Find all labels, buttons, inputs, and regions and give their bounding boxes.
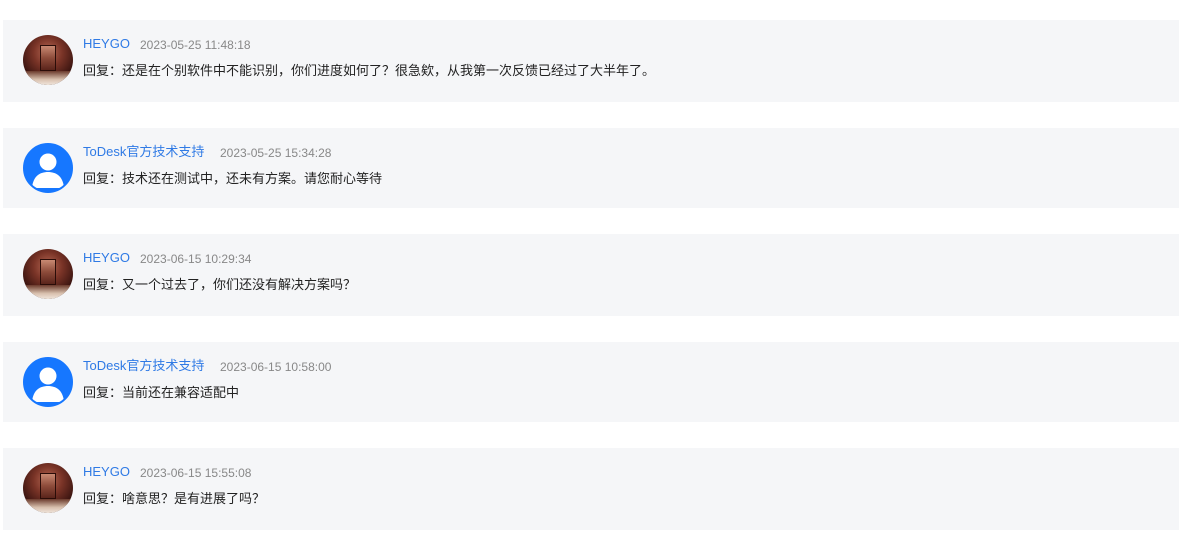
avatar-photo-detail bbox=[40, 259, 56, 285]
reply-text: 回复：啥意思？是有进展了吗？ bbox=[83, 491, 266, 506]
reply-text: 回复：当前还在兼容适配中 bbox=[83, 385, 240, 400]
user-avatar[interactable] bbox=[23, 463, 73, 513]
default-user-icon[interactable] bbox=[23, 357, 73, 407]
avatar-photo-floor bbox=[23, 499, 73, 513]
reply-item: ToDesk官方技术支持 2023-05-25 15:34:28 回复：技术还在… bbox=[3, 128, 1179, 208]
avatar-photo-detail bbox=[40, 45, 56, 71]
person-silhouette-icon bbox=[32, 153, 64, 188]
reply-item: ToDesk官方技术支持 2023-06-15 10:58:00 回复：当前还在… bbox=[3, 342, 1179, 422]
reply-timestamp: 2023-06-15 10:58:00 bbox=[220, 360, 332, 374]
avatar-photo-detail bbox=[40, 473, 56, 499]
author-name[interactable]: ToDesk官方技术支持 bbox=[83, 358, 204, 374]
reply-item: HEYGO 2023-06-15 15:55:08 回复：啥意思？是有进展了吗？ bbox=[3, 448, 1179, 530]
default-user-icon[interactable] bbox=[23, 143, 73, 193]
reply-text: 回复：又一个过去了，你们还没有解决方案吗？ bbox=[83, 277, 357, 292]
author-name[interactable]: HEYGO bbox=[83, 36, 130, 52]
reply-list: HEYGO 2023-05-25 11:48:18 回复：还是在个别软件中不能识… bbox=[3, 20, 1179, 556]
author-name[interactable]: ToDesk官方技术支持 bbox=[83, 144, 204, 160]
user-avatar[interactable] bbox=[23, 249, 73, 299]
user-avatar[interactable] bbox=[23, 35, 73, 85]
author-name[interactable]: HEYGO bbox=[83, 464, 130, 480]
reply-item: HEYGO 2023-06-15 10:29:34 回复：又一个过去了，你们还没… bbox=[3, 234, 1179, 316]
reply-timestamp: 2023-06-15 10:29:34 bbox=[140, 252, 252, 266]
avatar-photo-floor bbox=[23, 285, 73, 299]
author-name[interactable]: HEYGO bbox=[83, 250, 130, 266]
reply-timestamp: 2023-05-25 11:48:18 bbox=[140, 38, 251, 52]
reply-item: HEYGO 2023-05-25 11:48:18 回复：还是在个别软件中不能识… bbox=[3, 20, 1179, 102]
reply-timestamp: 2023-06-15 15:55:08 bbox=[140, 466, 252, 480]
avatar-photo-floor bbox=[23, 71, 73, 85]
reply-timestamp: 2023-05-25 15:34:28 bbox=[220, 146, 332, 160]
person-silhouette-icon bbox=[32, 367, 64, 402]
reply-text: 回复：技术还在测试中，还未有方案。请您耐心等待 bbox=[83, 171, 383, 186]
reply-text: 回复：还是在个别软件中不能识别，你们进度如何了？很急欸，从我第一次反馈已经过了大… bbox=[83, 63, 656, 78]
